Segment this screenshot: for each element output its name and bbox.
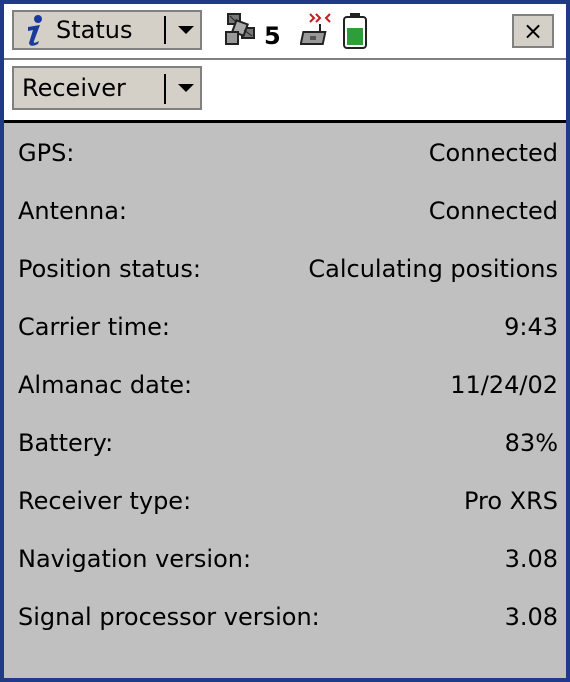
title-bar: Status 5 × — [4, 4, 566, 60]
battery-icon — [342, 12, 368, 50]
status-value: 3.08 — [504, 545, 558, 573]
satellite-icon — [222, 10, 262, 50]
status-row-carrier-time: Carrier time: 9:43 — [4, 298, 566, 356]
status-label: Almanac date: — [18, 371, 193, 399]
app-window: Status 5 × Receiver GPS: Connected Anten… — [0, 0, 570, 682]
radio-signal-icon — [299, 10, 340, 50]
close-icon: × — [522, 17, 544, 45]
dropdown-separator — [164, 16, 166, 44]
status-label: Antenna: — [18, 197, 128, 225]
status-label: GPS: — [18, 139, 75, 167]
section-dropdown[interactable]: Receiver — [12, 66, 202, 110]
status-value: Connected — [428, 139, 558, 167]
status-row-battery: Battery: 83% — [4, 414, 566, 472]
status-label: Navigation version: — [18, 545, 252, 573]
status-label: Carrier time: — [18, 313, 171, 341]
chevron-down-icon[interactable] — [174, 76, 198, 100]
info-icon — [20, 13, 50, 47]
status-value: Connected — [428, 197, 558, 225]
status-value: 11/24/02 — [450, 371, 558, 399]
satellite-count: 5 — [264, 22, 281, 50]
status-value: Calculating positions — [308, 255, 558, 283]
status-label: Battery: — [18, 429, 114, 457]
status-value: Pro XRS — [463, 487, 558, 515]
status-value: 9:43 — [504, 313, 558, 341]
status-row-navigation-version: Navigation version: 3.08 — [4, 530, 566, 588]
status-row-gps: GPS: Connected — [4, 124, 566, 182]
section-dropdown-value: Receiver — [22, 74, 126, 102]
status-label: Receiver type: — [18, 487, 192, 515]
dropdown-separator — [164, 74, 166, 104]
status-row-signal-processor-version: Signal processor version: 3.08 — [4, 588, 566, 646]
status-row-position-status: Position status: Calculating positions — [4, 240, 566, 298]
status-row-receiver-type: Receiver type: Pro XRS — [4, 472, 566, 530]
status-row-almanac-date: Almanac date: 11/24/02 — [4, 356, 566, 414]
status-value: 3.08 — [504, 603, 558, 631]
section-selector-row: Receiver — [4, 60, 566, 123]
status-row-antenna: Antenna: Connected — [4, 182, 566, 240]
close-button[interactable]: × — [512, 14, 554, 48]
status-label: Position status: — [18, 255, 201, 283]
status-menu-button[interactable]: Status — [12, 10, 202, 50]
status-label: Signal processor version: — [18, 603, 320, 631]
status-value: 83% — [504, 429, 558, 457]
chevron-down-icon[interactable] — [174, 18, 198, 42]
status-label: Status — [56, 16, 133, 44]
